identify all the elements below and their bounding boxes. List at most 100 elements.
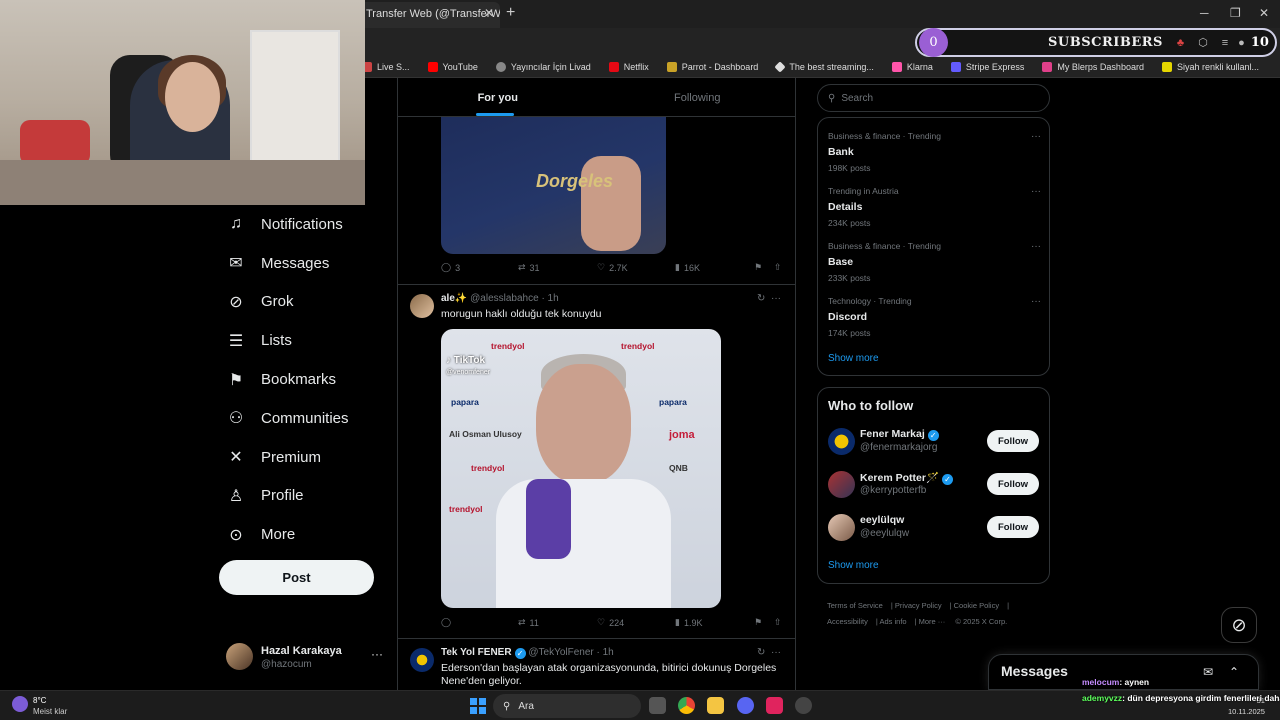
bookmark-item[interactable]: Netflix xyxy=(608,61,649,72)
reply-button[interactable]: ◯ xyxy=(441,617,455,628)
more-icon[interactable]: ··· xyxy=(1031,131,1041,142)
trend-item[interactable]: Technology · Trending Discord 174K posts… xyxy=(828,296,1041,338)
grok-icon[interactable]: ↻ xyxy=(757,647,765,658)
footer-link[interactable]: More ··· xyxy=(919,617,946,626)
bookmark-item[interactable]: YouTube xyxy=(427,61,478,72)
tab-following[interactable]: Following xyxy=(598,78,796,116)
windows-start-icon[interactable] xyxy=(470,698,486,714)
footer-link[interactable]: Terms of Service xyxy=(827,601,883,610)
tweet-text: morugun haklı olduğu tek konuydu xyxy=(441,308,602,320)
more-icon[interactable]: ··· xyxy=(1031,296,1041,307)
close-window-icon[interactable]: ✕ xyxy=(1259,6,1269,20)
tweet-actions: ◯ 3 ⇄ 31 ♡ 2.7K ▮ 16K ⚑ ⇧ xyxy=(441,262,786,278)
like-button[interactable]: ♡ 2.7K xyxy=(597,262,628,273)
bookmark-button[interactable]: ⚑ xyxy=(754,262,762,273)
show-more-link[interactable]: Show more xyxy=(828,353,879,364)
nav-more[interactable]: ⊙ More xyxy=(219,515,389,554)
footer-link[interactable]: Accessibility xyxy=(827,617,868,626)
trend-item[interactable]: Business & finance · Trending Bank 198K … xyxy=(828,131,1041,173)
nav-notifications[interactable]: ♫ Notifications xyxy=(219,205,389,244)
views-button[interactable]: ▮ 16K xyxy=(675,262,700,273)
bookmark-item[interactable]: My Blerps Dashboard xyxy=(1042,61,1144,72)
follow-suggestion[interactable]: Fener Markaj ✓ @fenermarkajorg Follow xyxy=(828,426,1041,456)
stripe-icon xyxy=(950,61,961,72)
nav-messages[interactable]: ✉ Messages xyxy=(219,244,389,283)
discord-icon[interactable] xyxy=(737,697,754,714)
follow-button[interactable]: Follow xyxy=(987,430,1039,452)
task-view-icon[interactable] xyxy=(649,697,666,714)
tweet-media-video[interactable]: trendyol trendyol papara papara joma Ali… xyxy=(441,329,721,608)
tweet-author-name[interactable]: Tek Yol FENER xyxy=(441,647,512,658)
bookmark-item[interactable]: Parrot - Dashboard xyxy=(666,61,758,72)
bookmark-item[interactable]: Stripe Express xyxy=(950,61,1024,72)
views-button[interactable]: ▮ 1.9K xyxy=(675,617,702,628)
app-icon[interactable] xyxy=(795,697,812,714)
browser-tab[interactable]: Transfer Web (@TransferWeb1) xyxy=(356,2,500,28)
bookmark-item[interactable]: Live S... xyxy=(362,61,410,72)
weather-widget[interactable]: 8°C Meist klar xyxy=(12,694,92,718)
chrome-icon[interactable] xyxy=(678,697,695,714)
tweet-media-image[interactable]: Dorgeles xyxy=(441,116,666,254)
reply-button[interactable]: ◯ 3 xyxy=(441,262,460,273)
file-explorer-icon[interactable] xyxy=(707,697,724,714)
account-switcher[interactable]: Hazal Karakaya @hazocum ··· xyxy=(226,643,386,673)
new-message-icon[interactable]: ✉ xyxy=(1203,665,1213,679)
share-button[interactable]: ⇧ xyxy=(774,262,782,273)
taskbar-search[interactable]: ⚲ Ara xyxy=(493,694,641,718)
footer-link[interactable]: Privacy Policy xyxy=(895,601,942,610)
more-icon[interactable]: ··· xyxy=(1031,186,1041,197)
follow-suggestion[interactable]: eeylülqw @eeylulqw Follow xyxy=(828,512,1041,542)
tab-for-you[interactable]: For you xyxy=(398,78,598,116)
repost-button[interactable]: ⇄ 11 xyxy=(518,617,539,628)
nav-grok[interactable]: ⊘ Grok xyxy=(219,283,389,322)
app-icon[interactable] xyxy=(766,697,783,714)
follow-suggestion[interactable]: Kerem Potter🪄 ✓ @kerrypotterfb Follow xyxy=(828,469,1041,499)
avatar[interactable] xyxy=(410,648,434,672)
bookmark-item[interactable]: Yayıncılar İçin Livad xyxy=(495,61,591,72)
bookmark-item[interactable]: The best streaming... xyxy=(774,60,874,73)
view-count: 1.9K xyxy=(683,617,703,628)
queue-icon[interactable]: ≡ xyxy=(1222,37,1228,49)
bookmark-item[interactable]: Klarna xyxy=(891,61,933,72)
show-more-link[interactable]: Show more xyxy=(828,560,879,571)
nav-premium[interactable]: ✕ Premium xyxy=(219,438,389,477)
bookmark-button[interactable]: ⚑ xyxy=(754,617,762,628)
tweet-author-handle[interactable]: @alesslabahce xyxy=(470,293,539,304)
stream-chat-line: melocum: aynen xyxy=(1082,677,1149,687)
more-icon[interactable]: ··· xyxy=(371,647,383,661)
grok-button[interactable]: ⊘ xyxy=(1221,607,1257,643)
close-tab-icon[interactable]: ✕ xyxy=(484,6,494,20)
search-input[interactable]: ⚲ Search xyxy=(817,84,1050,112)
expand-icon[interactable]: ⌃ xyxy=(1229,665,1239,679)
avatar[interactable] xyxy=(410,294,434,318)
repost-button[interactable]: ⇄ 31 xyxy=(518,262,540,273)
post-button[interactable]: Post xyxy=(219,560,374,595)
grok-icon[interactable]: ↻ xyxy=(757,293,765,304)
nav-bookmarks[interactable]: ⚑ Bookmarks xyxy=(219,360,389,399)
bookmark-icon: ⚑ xyxy=(754,617,763,627)
more-icon[interactable]: ··· xyxy=(771,293,781,304)
trend-item[interactable]: Business & finance · Trending Base 233K … xyxy=(828,241,1041,283)
footer-link[interactable]: Cookie Policy xyxy=(954,601,999,610)
nav-profile[interactable]: ♙ Profile xyxy=(219,477,389,516)
more-icon[interactable]: ··· xyxy=(771,647,781,658)
grok-icon: ⊘ xyxy=(229,293,243,311)
extension-icon[interactable]: ⬡ xyxy=(1198,36,1208,49)
footer-link[interactable]: Ads info xyxy=(879,617,906,626)
tweet-author-name[interactable]: ale✨ xyxy=(441,293,467,304)
minimize-icon[interactable]: ─ xyxy=(1200,6,1209,20)
follow-button[interactable]: Follow xyxy=(987,473,1039,495)
restore-icon[interactable]: ❐ xyxy=(1230,6,1241,20)
share-button[interactable]: ⇧ xyxy=(774,617,782,628)
profile-avatar-icon[interactable]: ● xyxy=(1238,37,1245,49)
nav-communities[interactable]: ⚇ Communities xyxy=(219,399,389,438)
bookmark-item[interactable]: Siyah renkli kullanl... xyxy=(1161,61,1259,72)
new-tab-icon[interactable]: + xyxy=(506,4,515,22)
timeline[interactable]: For you Following Dorgeles ◯ 3 ⇄ 31 ♡ 2.7K … xyxy=(397,78,796,690)
nav-lists[interactable]: ☰ Lists xyxy=(219,321,389,360)
more-icon[interactable]: ··· xyxy=(1031,241,1041,252)
trend-item[interactable]: Trending in Austria Details 234K posts ·… xyxy=(828,186,1041,228)
like-button[interactable]: ♡ 224 xyxy=(597,617,624,628)
follow-button[interactable]: Follow xyxy=(987,516,1039,538)
tweet-author-handle[interactable]: @TekYolFener xyxy=(528,647,593,658)
